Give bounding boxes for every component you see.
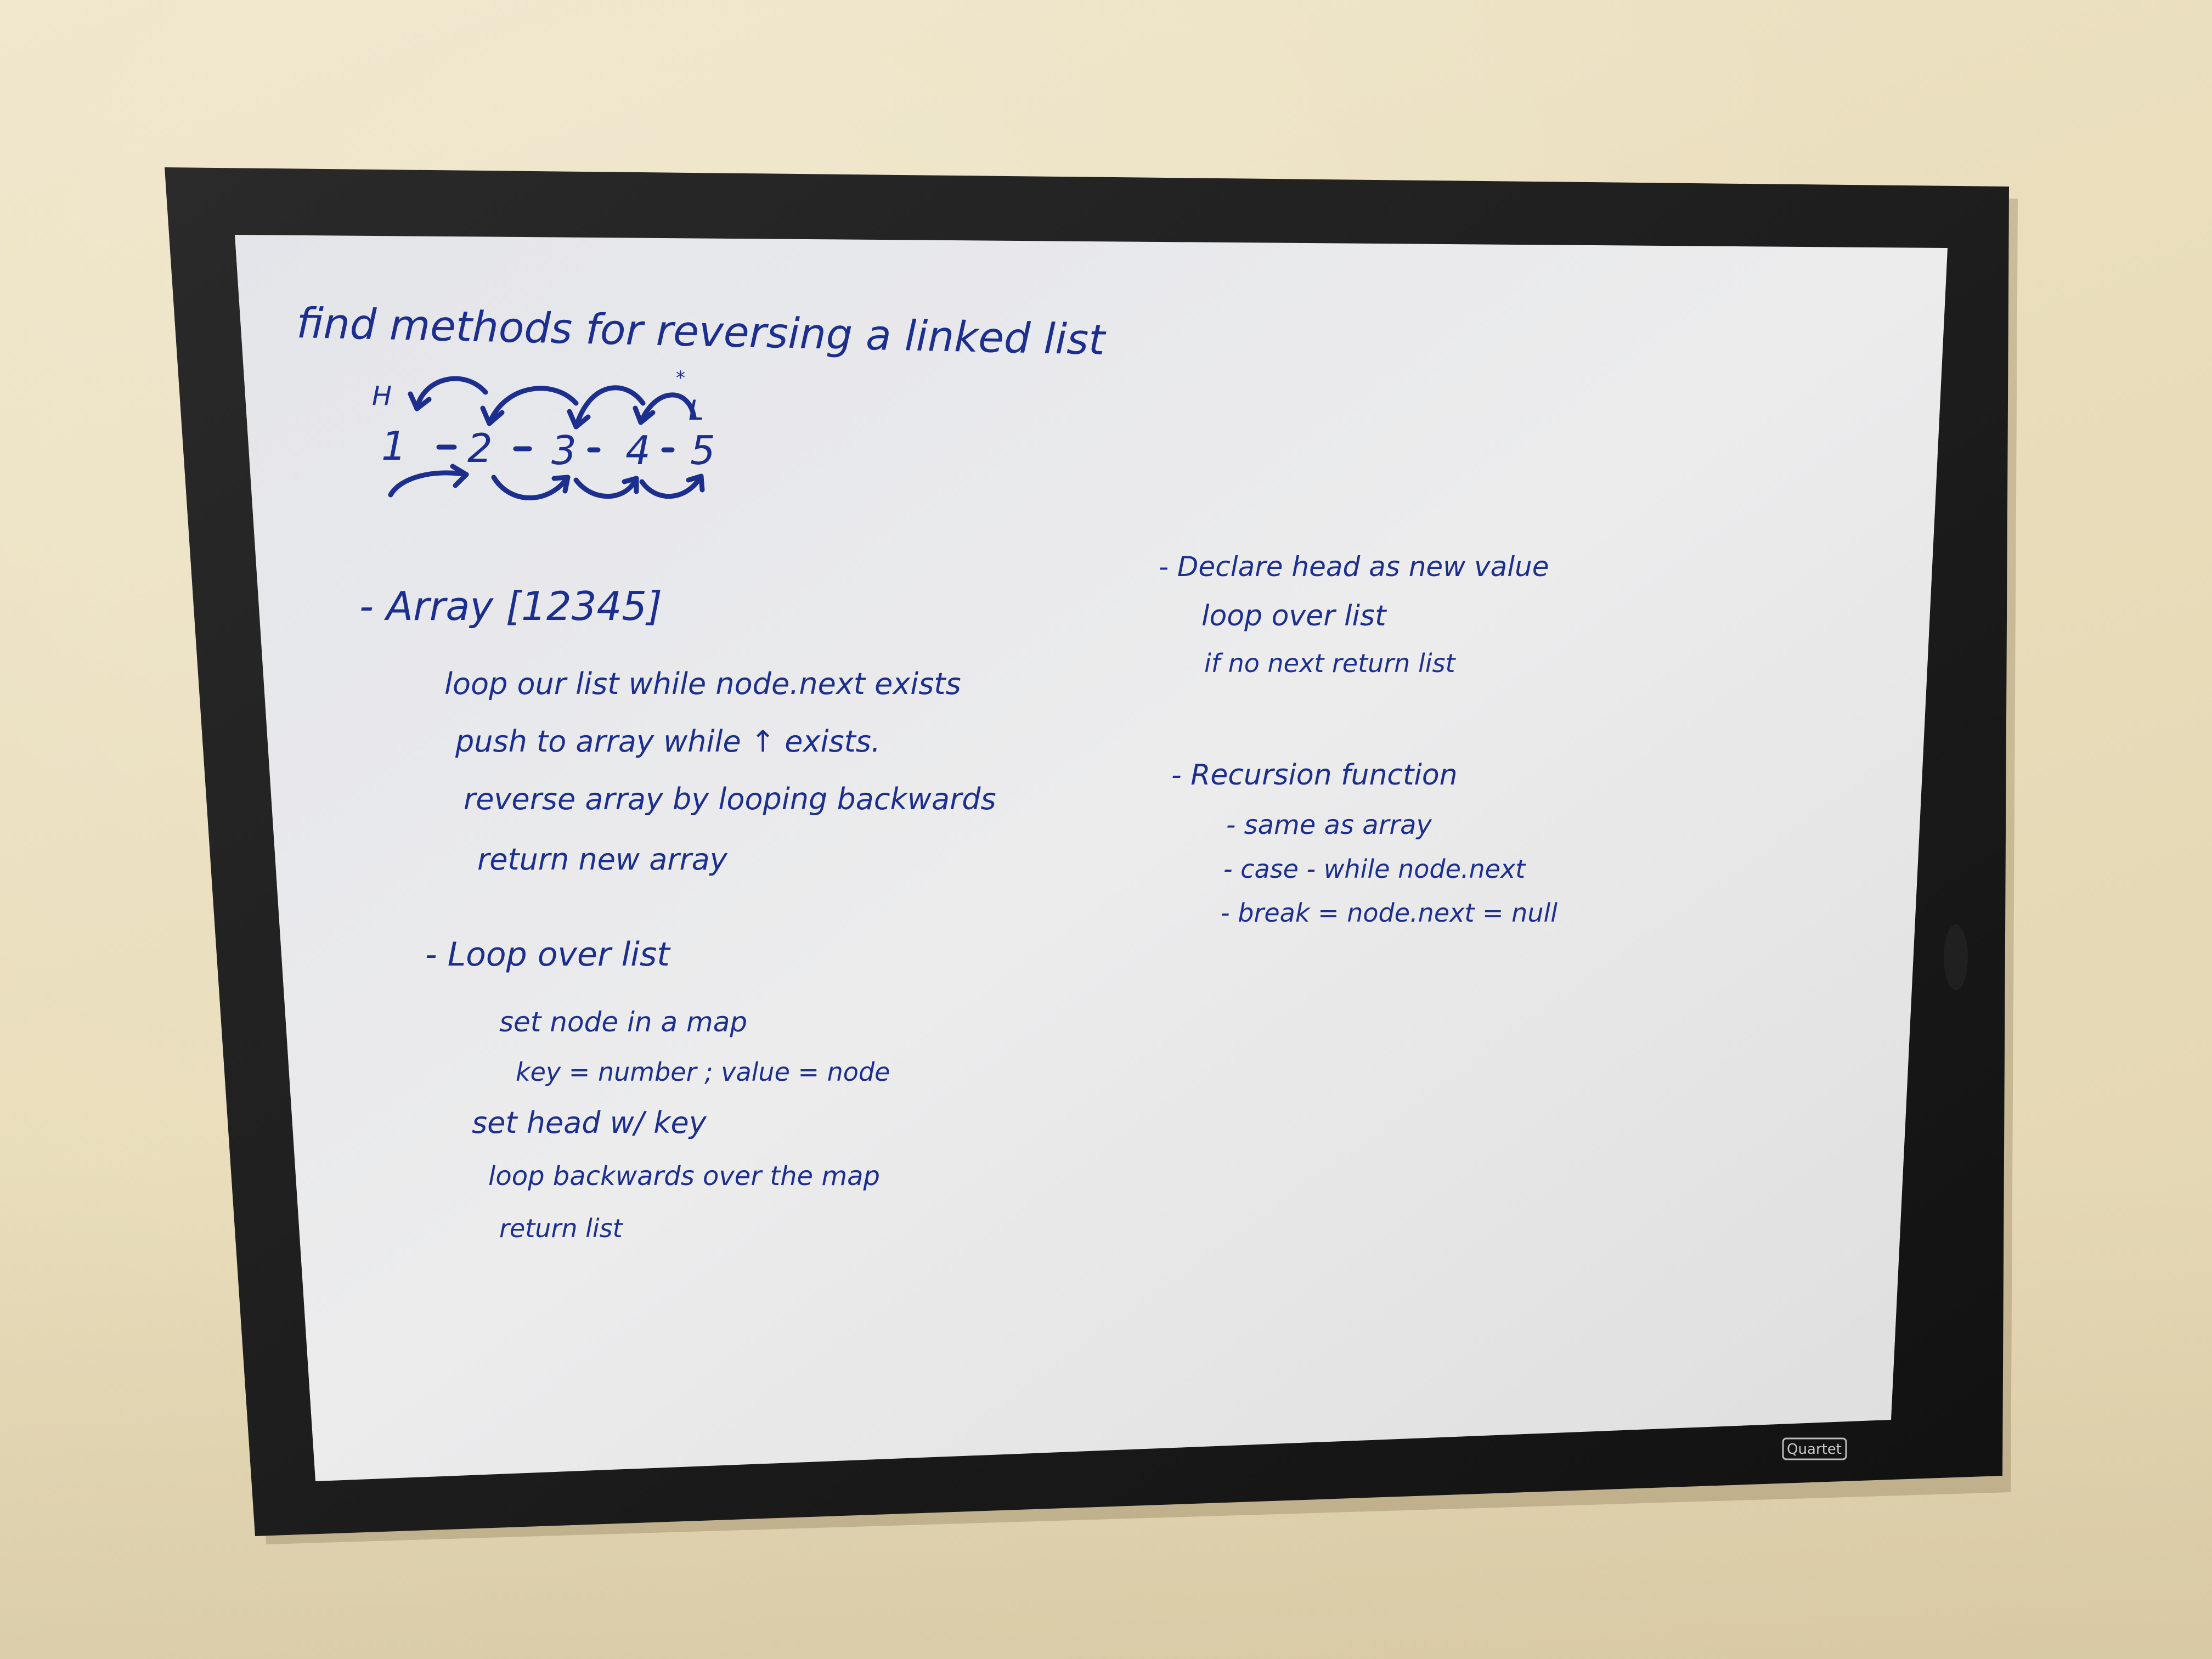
brand-logo: Quartet (1787, 1441, 1842, 1458)
array-step-2: push to array while ↑ exists. (455, 724, 881, 759)
node-3: 3 (551, 427, 577, 473)
whiteboard-scene: Quartet find methods for reversing a lin… (165, 167, 2018, 1544)
loop-step-4: loop backwards over the map (488, 1161, 880, 1192)
node-1: 1 (381, 423, 407, 469)
array-step-3: reverse array by looping backwards (464, 782, 996, 816)
node-2: 2 (467, 425, 493, 471)
declare-heading: - Declare head as new value (1159, 551, 1549, 583)
array-heading: - Array [12345] (359, 583, 662, 629)
node-4: 4 (625, 427, 651, 473)
array-step-4: return new array (477, 842, 728, 877)
recursion-step-3: - break = node.next = null (1221, 898, 1558, 928)
board-smudge (1944, 924, 1968, 990)
loop-step-3: set head w/ key (472, 1105, 707, 1140)
head-label: H (372, 381, 392, 411)
loop-step-2: key = number ; value = node (516, 1057, 890, 1087)
recursion-heading: - Recursion function (1171, 759, 1458, 792)
recursion-step-1: - same as array (1226, 810, 1432, 840)
node-5: 5 (690, 427, 715, 473)
loop-step-1: set node in a map (499, 1006, 747, 1038)
tail-marker: * (676, 367, 685, 389)
recursion-step-2: - case - while node.next (1223, 854, 1526, 884)
declare-step-1: loop over list (1201, 600, 1387, 633)
loop-heading: - Loop over list (425, 935, 671, 974)
loop-step-5: return list (499, 1214, 624, 1243)
array-step-1: loop our list while node.next exists (444, 667, 961, 701)
declare-step-2: if no next return list (1204, 648, 1456, 678)
